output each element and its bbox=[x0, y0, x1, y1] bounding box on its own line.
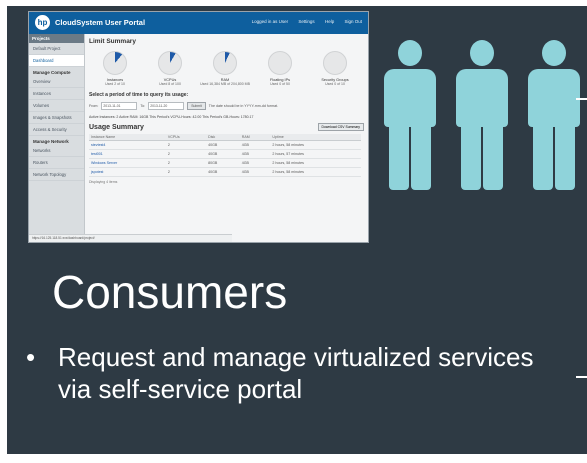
table-row: jspotest 2 40GB 4GB 2 hours, 58 minutes bbox=[89, 167, 361, 177]
usage-header: Usage Summary Download CSV Summary bbox=[89, 123, 364, 131]
gauge-used: Used 16,384 MB of 204,800 MB bbox=[200, 82, 250, 86]
table-row: stevtest4 2 40GB 4GB 2 hours, 58 minutes bbox=[89, 140, 361, 150]
instance-link[interactable]: Windows Server bbox=[89, 158, 166, 168]
top-menu-help[interactable]: Help bbox=[325, 19, 334, 24]
gauge-pie bbox=[323, 51, 347, 75]
gauge-vcpus: VCPUs Used 8 of 100 bbox=[144, 51, 196, 86]
cell-disk: 40GB bbox=[206, 140, 240, 150]
sidebar-header: Projects bbox=[29, 34, 84, 43]
cell-uptime: 2 hours, 58 minutes bbox=[270, 140, 361, 150]
displaying-count: Displaying 4 items bbox=[89, 180, 118, 184]
sidebar-item-images[interactable]: Images & Snapshots bbox=[29, 112, 84, 124]
gauge-ram: RAM Used 16,384 MB of 204,800 MB bbox=[199, 51, 251, 86]
cell-vcpus: 2 bbox=[165, 158, 207, 168]
period-form: From: 2013-11-01 To: 2013-11-20 Submit T… bbox=[89, 102, 364, 110]
gauge-used: Used 0 of 10 bbox=[325, 82, 345, 86]
gauge-pie bbox=[213, 51, 237, 75]
sidebar-item-volumes[interactable]: Volumes bbox=[29, 100, 84, 112]
sidebar-item-instances[interactable]: Instances bbox=[29, 88, 84, 100]
to-date-input[interactable]: 2013-11-20 bbox=[148, 102, 185, 110]
top-menu-settings[interactable]: Settings bbox=[298, 19, 314, 24]
submit-button[interactable]: Submit bbox=[187, 102, 206, 110]
cell-disk: 40GB bbox=[206, 167, 240, 177]
cell-vcpus: 2 bbox=[165, 140, 207, 150]
cell-uptime: 2 hours, 57 minutes bbox=[270, 149, 361, 159]
instance-link[interactable]: stevtest4 bbox=[89, 140, 166, 150]
sidebar-group-compute: Manage Compute bbox=[33, 70, 71, 75]
gauge-used: Used 0 of 50 bbox=[270, 82, 290, 86]
sidebar-item-topology[interactable]: Network Topology bbox=[29, 169, 84, 181]
gauge-security-groups: Security Groups Used 0 of 10 bbox=[309, 51, 361, 86]
people-icon bbox=[380, 40, 587, 190]
period-heading: Select a period of time to query its usa… bbox=[89, 92, 189, 98]
gauge-instances: Instances Used 2 of 10 bbox=[89, 51, 141, 86]
slide: hp CloudSystem User Portal Logged in as … bbox=[0, 0, 587, 463]
cell-ram: 4GB bbox=[239, 158, 271, 168]
from-label: From: bbox=[89, 104, 99, 108]
edge-dash bbox=[576, 376, 587, 378]
cell-vcpus: 2 bbox=[165, 167, 207, 177]
usage-summary-heading: Usage Summary bbox=[89, 123, 144, 131]
portal-header: hp CloudSystem User Portal Logged in as … bbox=[29, 12, 368, 34]
table-row: test001 2 40GB 4GB 2 hours, 57 minutes bbox=[89, 149, 361, 159]
table-row: Windows Server 2 80GB 4GB 2 hours, 58 mi… bbox=[89, 158, 361, 168]
instance-link[interactable]: jspotest bbox=[89, 167, 166, 177]
top-menu-signout[interactable]: Sign Out bbox=[344, 19, 362, 24]
portal-screenshot: hp CloudSystem User Portal Logged in as … bbox=[28, 11, 369, 243]
top-menu-user[interactable]: Logged in as User bbox=[252, 19, 289, 24]
gauge-used: Used 8 of 100 bbox=[159, 82, 181, 86]
cell-disk: 80GB bbox=[206, 158, 240, 168]
portal-sidebar: Projects Default Project Dashboard Manag… bbox=[29, 34, 85, 242]
slide-title: Consumers bbox=[52, 266, 288, 318]
usage-table: Instance Name VCPUs Disk RAM Uptime stev… bbox=[89, 134, 361, 177]
cell-ram: 4GB bbox=[239, 149, 271, 159]
limit-gauges: Instances Used 2 of 10 VCPUs Used 8 of 1… bbox=[89, 51, 361, 86]
cell-ram: 4GB bbox=[239, 140, 271, 150]
instance-link[interactable]: test001 bbox=[89, 149, 166, 159]
sidebar-item-dashboard[interactable]: Dashboard bbox=[29, 55, 84, 67]
person-icon bbox=[452, 40, 512, 190]
gauge-pie bbox=[268, 51, 292, 75]
to-label: To: bbox=[140, 104, 146, 108]
portal-title: CloudSystem User Portal bbox=[55, 18, 146, 27]
cell-uptime: 2 hours, 58 minutes bbox=[270, 158, 361, 168]
sidebar-item-routers[interactable]: Routers bbox=[29, 157, 84, 169]
from-date-input[interactable]: 2013-11-01 bbox=[101, 102, 138, 110]
bullet-text: Request and manage virtualized services … bbox=[58, 342, 534, 404]
active-summary: Active Instances: 2 Active RAM: 16GB Thi… bbox=[89, 115, 254, 119]
gauge-used: Used 2 of 10 bbox=[105, 82, 125, 86]
sidebar-item-access-security[interactable]: Access & Security bbox=[29, 124, 84, 136]
limit-summary-heading: Limit Summary bbox=[89, 38, 136, 45]
sidebar-item-networks[interactable]: Networks bbox=[29, 145, 84, 157]
cell-uptime: 2 hours, 58 minutes bbox=[270, 167, 361, 177]
date-format-hint: The date should be in YYYY-mm-dd format. bbox=[208, 104, 279, 108]
download-csv-button[interactable]: Download CSV Summary bbox=[317, 123, 364, 131]
gauge-pie bbox=[103, 51, 127, 75]
sidebar-item-project[interactable]: Default Project bbox=[29, 43, 84, 55]
person-icon bbox=[380, 40, 440, 190]
edge-dash bbox=[576, 98, 587, 100]
cell-disk: 40GB bbox=[206, 149, 240, 159]
portal-main: Limit Summary Instances Used 2 of 10 VCP… bbox=[89, 38, 364, 238]
browser-status-bar: https://16.125.118.51:xxx/dashboard/proj… bbox=[29, 234, 232, 242]
gauge-floating-ips: Floating IPs Used 0 of 50 bbox=[254, 51, 306, 86]
gauge-pie bbox=[158, 51, 182, 75]
portal-top-menu: Logged in as User Settings Help Sign Out bbox=[243, 19, 362, 24]
hp-logo-icon: hp bbox=[35, 15, 50, 30]
sidebar-group-network: Manage Network bbox=[33, 139, 69, 144]
cell-vcpus: 2 bbox=[165, 149, 207, 159]
bullet-dot: • bbox=[26, 342, 36, 372]
bullet-item: • Request and manage virtualized service… bbox=[26, 341, 558, 405]
person-icon bbox=[524, 40, 584, 190]
sidebar-item-overview[interactable]: Overview bbox=[29, 76, 84, 88]
cell-ram: 4GB bbox=[239, 167, 271, 177]
